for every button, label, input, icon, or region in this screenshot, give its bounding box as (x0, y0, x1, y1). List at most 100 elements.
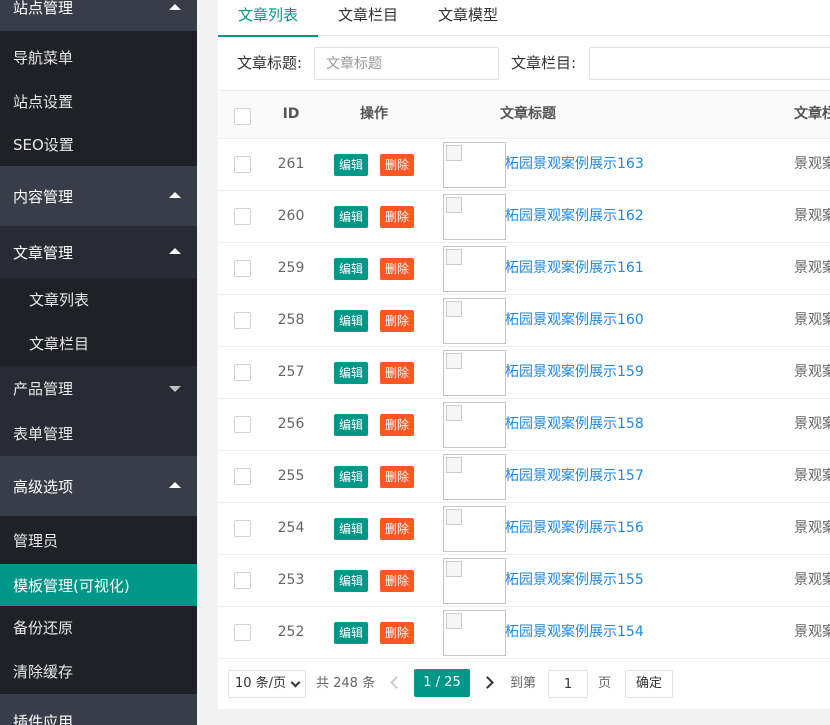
edit-button[interactable]: 编辑 (334, 622, 369, 644)
row-id: 252 (277, 624, 305, 640)
row-checkbox[interactable] (234, 520, 251, 537)
chevron-down-icon (290, 677, 301, 688)
sidebar-group-content[interactable]: 内容管理 (0, 166, 197, 226)
article-title-link[interactable]: 柘园景观案例展示162 (505, 191, 644, 243)
sidebar-item-backup[interactable]: 备份还原 (0, 606, 197, 648)
header-title: 文章标题 (500, 106, 556, 122)
row-checkbox[interactable] (234, 624, 251, 641)
page-size-select[interactable]: 10 条/页 (228, 670, 306, 698)
table-row: 252 编辑 删除 柘园景观案例展示154 景观案 (218, 607, 830, 659)
delete-button[interactable]: 删除 (380, 518, 415, 540)
row-id: 257 (277, 364, 305, 380)
caret-up-icon (169, 248, 181, 254)
broken-image-icon (443, 610, 506, 656)
table-header: ID 操作 文章标题 文章栏 (218, 90, 830, 139)
delete-button[interactable]: 删除 (380, 362, 415, 384)
table-row: 254 编辑 删除 柘园景观案例展示156 景观案 (218, 503, 830, 555)
row-checkbox[interactable] (234, 416, 251, 433)
row-checkbox[interactable] (234, 312, 251, 329)
prev-page-icon[interactable] (390, 676, 403, 689)
row-checkbox[interactable] (234, 468, 251, 485)
delete-button[interactable]: 删除 (380, 206, 415, 228)
row-checkbox[interactable] (234, 260, 251, 277)
sidebar-item-label: 站点设置 (13, 92, 74, 111)
delete-button[interactable]: 删除 (380, 258, 415, 280)
row-id: 256 (277, 416, 305, 432)
sidebar-item-form-mgmt[interactable]: 表单管理 (0, 410, 197, 456)
edit-button[interactable]: 编辑 (334, 466, 369, 488)
article-category: 景观案 (794, 156, 830, 172)
edit-button[interactable]: 编辑 (334, 206, 369, 228)
sidebar-item-template-mgmt[interactable]: 模板管理(可视化) (0, 564, 197, 606)
delete-button[interactable]: 删除 (380, 414, 415, 436)
tab-article-category[interactable]: 文章栏目 (318, 0, 418, 36)
article-category: 景观案 (794, 312, 830, 328)
edit-button[interactable]: 编辑 (334, 362, 369, 384)
row-id: 253 (277, 572, 305, 588)
row-checkbox[interactable] (234, 208, 251, 225)
current-page[interactable]: 1 / 25 (414, 669, 470, 697)
select-all-checkbox[interactable] (234, 108, 251, 125)
row-id: 254 (277, 520, 305, 536)
edit-button[interactable]: 编辑 (334, 414, 369, 436)
sidebar-group-site[interactable]: 站点管理 (0, 0, 197, 31)
row-checkbox[interactable] (234, 156, 251, 173)
row-checkbox[interactable] (234, 364, 251, 381)
page-size-value: 10 条/页 (235, 676, 287, 691)
sidebar-group-advanced[interactable]: 高级选项 (0, 456, 197, 516)
goto-page-input[interactable] (548, 670, 588, 698)
edit-button[interactable]: 编辑 (334, 258, 369, 280)
row-checkbox[interactable] (234, 572, 251, 589)
pagination: 10 条/页 共 248 条 1 / 25 到第 页 确定 (218, 658, 830, 709)
caret-down-icon (169, 386, 181, 392)
sidebar-group-plugins[interactable]: 插件应用 (0, 694, 197, 725)
broken-image-icon (443, 298, 506, 344)
sidebar-item-article-list[interactable]: 文章列表 (0, 278, 197, 320)
article-title-link[interactable]: 柘园景观案例展示154 (505, 607, 644, 659)
edit-button[interactable]: 编辑 (334, 518, 369, 540)
sidebar-item-admins[interactable]: 管理员 (0, 516, 197, 564)
tab-article-model[interactable]: 文章模型 (418, 0, 518, 36)
sidebar-item-site-settings[interactable]: 站点设置 (0, 80, 197, 122)
article-title-link[interactable]: 柘园景观案例展示160 (505, 295, 644, 347)
table-row: 257 编辑 删除 柘园景观案例展示159 景观案 (218, 347, 830, 399)
article-title-link[interactable]: 柘园景观案例展示157 (505, 451, 644, 503)
delete-button[interactable]: 删除 (380, 622, 415, 644)
sidebar-item-article-category[interactable]: 文章栏目 (0, 320, 197, 366)
article-title-link[interactable]: 柘园景观案例展示163 (505, 139, 644, 191)
article-title-link[interactable]: 柘园景观案例展示158 (505, 399, 644, 451)
delete-button[interactable]: 删除 (380, 570, 415, 592)
sidebar-item-label: 管理员 (13, 531, 59, 550)
table-row: 253 编辑 删除 柘园景观案例展示155 景观案 (218, 555, 830, 607)
delete-button[interactable]: 删除 (380, 466, 415, 488)
sidebar-item-nav-menu[interactable]: 导航菜单 (0, 31, 197, 83)
filter-title-label: 文章标题: (237, 54, 303, 72)
sidebar-item-seo[interactable]: SEO设置 (0, 122, 197, 166)
broken-image-icon (443, 558, 506, 604)
tab-label: 文章栏目 (337, 6, 398, 24)
edit-button[interactable]: 编辑 (334, 570, 369, 592)
edit-button[interactable]: 编辑 (334, 310, 369, 332)
article-title-link[interactable]: 柘园景观案例展示159 (505, 347, 644, 399)
sidebar-item-article-mgmt[interactable]: 文章管理 (0, 226, 197, 278)
broken-image-icon (443, 246, 506, 292)
filter-category-select[interactable] (589, 47, 830, 80)
page-suffix: 页 (598, 676, 612, 691)
delete-button[interactable]: 删除 (380, 310, 415, 332)
article-title-link[interactable]: 柘园景观案例展示156 (505, 503, 644, 555)
sidebar-item-product-mgmt[interactable]: 产品管理 (0, 366, 197, 410)
next-page-icon[interactable] (481, 676, 494, 689)
filter-title-input[interactable] (314, 47, 499, 80)
row-id: 258 (277, 312, 305, 328)
sidebar-group-label: 内容管理 (13, 187, 74, 206)
article-title-link[interactable]: 柘园景观案例展示161 (505, 243, 644, 295)
goto-confirm-button[interactable]: 确定 (625, 670, 673, 698)
article-title-link[interactable]: 柘园景观案例展示155 (505, 555, 644, 607)
caret-up-icon (169, 3, 181, 10)
table-row: 261 编辑 删除 柘园景观案例展示163 景观案 (218, 139, 830, 191)
edit-button[interactable]: 编辑 (334, 154, 369, 176)
tab-article-list[interactable]: 文章列表 (218, 0, 318, 37)
delete-button[interactable]: 删除 (380, 154, 415, 176)
sidebar-item-label: 产品管理 (13, 379, 74, 398)
sidebar-item-clear-cache[interactable]: 清除缓存 (0, 648, 197, 694)
